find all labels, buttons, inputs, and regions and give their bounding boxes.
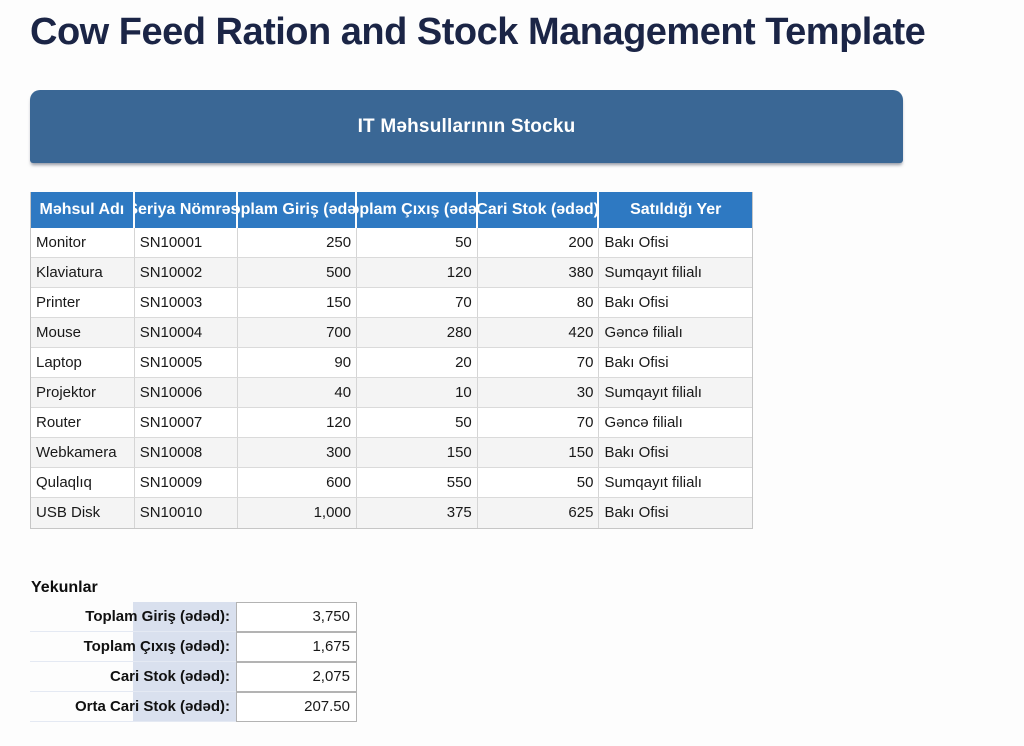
table-cell: 70 xyxy=(478,408,600,438)
table-row: MonitorSN1000125050200Bakı Ofisi xyxy=(31,228,752,258)
table-row: LaptopSN10005902070Bakı Ofisi xyxy=(31,348,752,378)
table-cell: Router xyxy=(31,408,135,438)
totals-row: Orta Cari Stok (ədəd):207.50 xyxy=(30,692,357,722)
table-cell: Sumqayıt filialı xyxy=(599,258,752,288)
table-cell: USB Disk xyxy=(31,498,135,528)
column-header: Seriya Nömrəsi xyxy=(135,192,239,228)
table-cell: 70 xyxy=(478,348,600,378)
table-cell: SN10004 xyxy=(135,318,239,348)
table-cell: SN10005 xyxy=(135,348,239,378)
banner-title: IT Məhsullarının Stocku xyxy=(358,116,576,138)
column-header: Toplam Giriş (ədəd) xyxy=(238,192,357,228)
totals-value: 1,675 xyxy=(236,632,357,662)
table-cell: 70 xyxy=(357,288,478,318)
column-header: Satıldığı Yer xyxy=(599,192,752,228)
table-cell: 420 xyxy=(478,318,600,348)
column-header: Cari Stok (ədəd) xyxy=(478,192,600,228)
table-cell: 10 xyxy=(357,378,478,408)
table-cell: Gəncə filialı xyxy=(599,408,752,438)
totals-label: Toplam Giriş (ədəd): xyxy=(30,602,236,632)
table-cell: 550 xyxy=(357,468,478,498)
table-cell: SN10008 xyxy=(135,438,239,468)
table-cell: Qulaqlıq xyxy=(31,468,135,498)
stock-table: Məhsul AdıSeriya NömrəsiToplam Giriş (əd… xyxy=(30,192,753,529)
table-cell: Klaviatura xyxy=(31,258,135,288)
totals-row: Toplam Çıxış (ədəd):1,675 xyxy=(30,632,357,662)
table-cell: 600 xyxy=(238,468,357,498)
table-cell: 50 xyxy=(478,468,600,498)
totals-row: Cari Stok (ədəd):2,075 xyxy=(30,662,357,692)
table-cell: Bakı Ofisi xyxy=(599,498,752,528)
table-cell: Bakı Ofisi xyxy=(599,228,752,258)
section-banner: IT Məhsullarının Stocku xyxy=(30,90,903,163)
table-cell: 280 xyxy=(357,318,478,348)
totals-heading: Yekunlar xyxy=(31,579,98,597)
table-row: QulaqlıqSN1000960055050Sumqayıt filialı xyxy=(31,468,752,498)
table-cell: Monitor xyxy=(31,228,135,258)
table-cell: Bakı Ofisi xyxy=(599,438,752,468)
totals-rows: Toplam Giriş (ədəd):3,750Toplam Çıxış (ə… xyxy=(30,602,357,722)
table-cell: 150 xyxy=(238,288,357,318)
table-cell: SN10001 xyxy=(135,228,239,258)
table-cell: 90 xyxy=(238,348,357,378)
table-cell: Bakı Ofisi xyxy=(599,288,752,318)
table-cell: 200 xyxy=(478,228,600,258)
table-cell: SN10010 xyxy=(135,498,239,528)
table-cell: 1,000 xyxy=(238,498,357,528)
totals-value: 2,075 xyxy=(236,662,357,692)
table-cell: Webkamera xyxy=(31,438,135,468)
table-row: KlaviaturaSN10002500120380Sumqayıt filia… xyxy=(31,258,752,288)
totals-value: 207.50 xyxy=(236,692,357,722)
table-cell: Gəncə filialı xyxy=(599,318,752,348)
table-cell: Mouse xyxy=(31,318,135,348)
table-row: USB DiskSN100101,000375625Bakı Ofisi xyxy=(31,498,752,528)
table-cell: 80 xyxy=(478,288,600,318)
table-cell: SN10007 xyxy=(135,408,239,438)
table-cell: SN10003 xyxy=(135,288,239,318)
table-cell: 40 xyxy=(238,378,357,408)
table-cell: 50 xyxy=(357,228,478,258)
table-cell: 150 xyxy=(357,438,478,468)
table-cell: 500 xyxy=(238,258,357,288)
table-cell: Bakı Ofisi xyxy=(599,348,752,378)
stock-table-body: MonitorSN1000125050200Bakı OfisiKlaviatu… xyxy=(31,228,752,528)
table-cell: 30 xyxy=(478,378,600,408)
table-cell: SN10006 xyxy=(135,378,239,408)
table-cell: SN10009 xyxy=(135,468,239,498)
totals-row: Toplam Giriş (ədəd):3,750 xyxy=(30,602,357,632)
table-row: PrinterSN100031507080Bakı Ofisi xyxy=(31,288,752,318)
stock-table-header: Məhsul AdıSeriya NömrəsiToplam Giriş (əd… xyxy=(31,192,752,228)
page: Cow Feed Ration and Stock Management Tem… xyxy=(0,0,1024,746)
table-cell: Sumqayıt filialı xyxy=(599,468,752,498)
table-cell: 50 xyxy=(357,408,478,438)
totals-label: Cari Stok (ədəd): xyxy=(30,662,236,692)
table-cell: Sumqayıt filialı xyxy=(599,378,752,408)
page-title: Cow Feed Ration and Stock Management Tem… xyxy=(30,10,1010,54)
table-cell: 700 xyxy=(238,318,357,348)
column-header: Toplam Çıxış (ədəd) xyxy=(357,192,478,228)
table-cell: Laptop xyxy=(31,348,135,378)
column-header: Məhsul Adı xyxy=(31,192,135,228)
table-cell: SN10002 xyxy=(135,258,239,288)
table-cell: 250 xyxy=(238,228,357,258)
table-cell: 150 xyxy=(478,438,600,468)
totals-label: Orta Cari Stok (ədəd): xyxy=(30,692,236,722)
totals-value: 3,750 xyxy=(236,602,357,632)
table-row: MouseSN10004700280420Gəncə filialı xyxy=(31,318,752,348)
table-row: RouterSN100071205070Gəncə filialı xyxy=(31,408,752,438)
table-cell: 380 xyxy=(478,258,600,288)
table-cell: 20 xyxy=(357,348,478,378)
table-cell: 375 xyxy=(357,498,478,528)
table-cell: 625 xyxy=(478,498,600,528)
table-row: WebkameraSN10008300150150Bakı Ofisi xyxy=(31,438,752,468)
table-cell: Projektor xyxy=(31,378,135,408)
table-row: ProjektorSN10006401030Sumqayıt filialı xyxy=(31,378,752,408)
totals-label: Toplam Çıxış (ədəd): xyxy=(30,632,236,662)
table-cell: Printer xyxy=(31,288,135,318)
table-cell: 300 xyxy=(238,438,357,468)
table-cell: 120 xyxy=(357,258,478,288)
table-cell: 120 xyxy=(238,408,357,438)
